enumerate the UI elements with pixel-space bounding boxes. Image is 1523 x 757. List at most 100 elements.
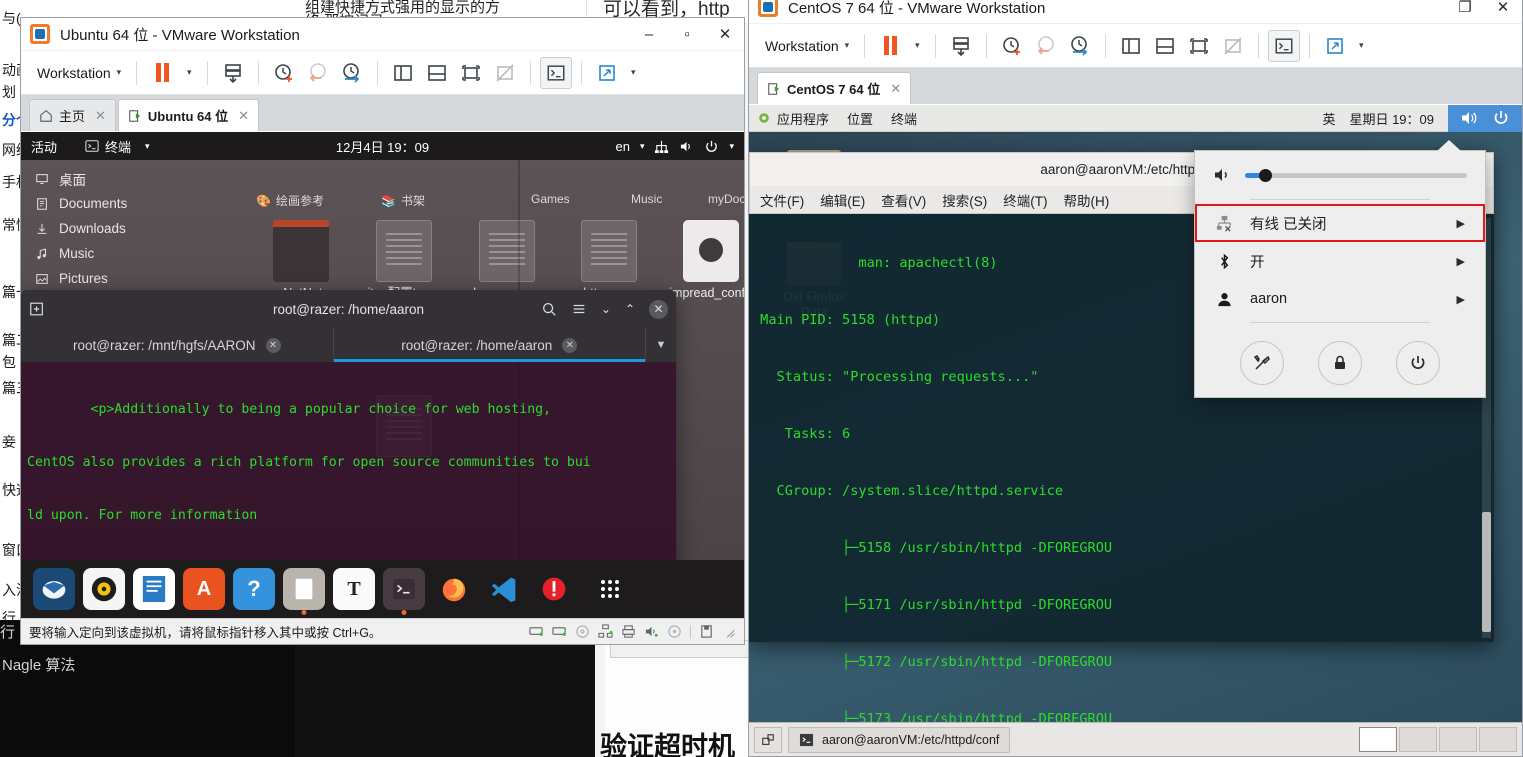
search-icon[interactable] <box>541 301 557 317</box>
sidebar-item-desktop[interactable]: 桌面 <box>29 166 209 191</box>
maximize-button[interactable]: ❐ <box>1446 0 1484 23</box>
tab-ubuntu-vm-close-icon[interactable]: ✕ <box>238 108 249 124</box>
volume-slider-row[interactable] <box>1195 163 1485 195</box>
desktop-small-item[interactable]: Games <box>531 192 570 206</box>
show-sidebar-button[interactable] <box>1115 30 1147 62</box>
sidebar-item-music[interactable]: Music <box>29 241 209 266</box>
ubuntu-dock[interactable]: A ? T <box>21 560 744 618</box>
workstation-menu-caret[interactable]: ▾ <box>845 40 850 51</box>
popup-item-user[interactable]: aaron ▶ <box>1195 280 1485 318</box>
console-view-button[interactable] <box>1268 29 1301 62</box>
desktop-small-item[interactable]: Music <box>631 192 662 206</box>
menu-terminal[interactable]: 终端(T) <box>1003 190 1047 210</box>
terminal-menu[interactable]: 终端 <box>891 109 917 128</box>
ubuntu-guest-screen[interactable]: 活动 终端 ▾ 12月4日 19：09 en ▾ ▾ 桌面 Documents … <box>21 132 744 618</box>
centos-toolbar[interactable]: Workstation ▾ ▾ ▾ <box>749 24 1522 68</box>
system-status-area[interactable] <box>1448 105 1522 132</box>
centos-tab-strip[interactable]: CentOS 7 64 位 ✕ <box>749 68 1522 104</box>
files-icon[interactable] <box>283 568 325 615</box>
desktop-small-item[interactable]: 📚 书架 <box>381 192 425 209</box>
chevron-right-icon[interactable]: ▶ <box>1457 255 1465 268</box>
popup-item-wired-network[interactable]: 有线 已关闭 ▶ <box>1195 204 1485 242</box>
lock-icon[interactable] <box>1318 341 1362 385</box>
workstation-menu-label[interactable]: Workstation <box>29 65 115 81</box>
ubuntu-tab-strip[interactable]: 主页 ✕ Ubuntu 64 位 ✕ <box>21 95 744 131</box>
taskbar-window-terminal[interactable]: aaron@aaronVM:/etc/httpd/conf <box>788 726 1011 753</box>
workspace-1[interactable] <box>1359 727 1397 752</box>
snapshot-button[interactable] <box>217 57 249 89</box>
close-button[interactable]: ✕ <box>1484 0 1522 23</box>
centos-taskbar[interactable]: aaron@aaronVM:/etc/httpd/conf <box>749 722 1522 756</box>
printer-icon[interactable] <box>621 624 636 639</box>
fullscreen-button[interactable] <box>455 57 487 89</box>
sidebar-item-pictures[interactable]: Pictures <box>29 266 209 291</box>
desktop-small-item[interactable]: myDocument <box>708 192 744 206</box>
workspace-3[interactable] <box>1439 727 1477 752</box>
desktop-small-item[interactable]: 🎨 绘画参考 <box>256 192 324 209</box>
workspace-4[interactable] <box>1479 727 1517 752</box>
network-icon[interactable] <box>598 624 613 639</box>
expand-button[interactable] <box>1319 30 1351 62</box>
desktop-item-http-pcap[interactable]: http.pcap <box>561 220 657 301</box>
chevron-right-icon[interactable]: ▶ <box>1457 217 1465 230</box>
sound-icon[interactable] <box>644 624 659 639</box>
expand-button[interactable] <box>591 57 623 89</box>
error-icon[interactable] <box>533 568 575 610</box>
hdd-icon[interactable] <box>529 624 544 639</box>
keyboard-layout-caret[interactable]: ▾ <box>640 141 645 152</box>
menu-file[interactable]: 文件(F) <box>760 190 804 210</box>
ubuntu-toolbar[interactable]: Workstation ▾ ▾ ▾ <box>21 51 744 95</box>
fullscreen-button[interactable] <box>1183 30 1215 62</box>
popup-item-bluetooth[interactable]: 开 ▶ <box>1195 242 1485 280</box>
cdrom-icon[interactable] <box>575 624 590 639</box>
volume-slider[interactable] <box>1245 168 1467 182</box>
desktop-item-simpread-config[interactable]: simpread_config.json <box>663 220 744 301</box>
expand-dropdown-caret[interactable]: ▾ <box>1353 30 1369 62</box>
network-icon[interactable] <box>654 139 669 154</box>
activities-button[interactable]: 活动 <box>31 137 57 156</box>
gnome-classic-topbar[interactable]: 应用程序 位置 终端 英 星期日 19：09 <box>749 105 1522 132</box>
gnome-clock[interactable]: 星期日 19：09 <box>1349 109 1434 128</box>
terminal-tab-close-icon[interactable]: ✕ <box>562 337 578 353</box>
snapshot-manager-button[interactable] <box>1064 30 1096 62</box>
rhythmbox-icon[interactable] <box>83 568 125 610</box>
ubuntu-desktop[interactable]: 桌面 Documents Downloads Music Pictures 🎨 … <box>21 160 744 618</box>
centos-desktop[interactable]: 主文件夹 Old Firefox Data aaron@aaronVM:/etc… <box>749 132 1522 756</box>
terminal-tab-strip[interactable]: root@razer: /mnt/hgfs/AARON ✕ root@razer… <box>21 328 676 362</box>
menu-view[interactable]: 查看(V) <box>881 190 926 210</box>
keyboard-layout-label[interactable]: en <box>615 139 629 154</box>
centos-vmware-window[interactable]: CentOS 7 64 位 - VMware Workstation ❐ ✕ W… <box>748 0 1523 757</box>
volume-icon[interactable] <box>679 139 694 154</box>
vscode-icon[interactable] <box>483 568 525 610</box>
gnome-topbar[interactable]: 活动 终端 ▾ 12月4日 19：09 en ▾ ▾ <box>21 132 744 160</box>
ubuntu-vmware-window[interactable]: Ubuntu 64 位 - VMware Workstation – ▫ ✕ W… <box>20 17 745 645</box>
centos-guest-screen[interactable]: 应用程序 位置 终端 英 星期日 19：09 aaron@aaronVM:/et… <box>749 105 1522 756</box>
pause-button[interactable] <box>146 57 178 89</box>
unity-mode-button[interactable] <box>489 57 521 89</box>
show-apps-icon[interactable] <box>589 568 631 610</box>
hdd2-icon[interactable] <box>552 624 567 639</box>
ubuntu-software-icon[interactable]: A <box>183 568 225 610</box>
usb-icon[interactable] <box>667 624 682 639</box>
power-icon[interactable] <box>704 139 719 154</box>
expand-dropdown-caret[interactable]: ▾ <box>625 57 641 89</box>
maximize-button[interactable]: ▫ <box>668 19 706 50</box>
tab-centos-vm[interactable]: CentOS 7 64 位 ✕ <box>757 72 912 104</box>
system-status-popup[interactable]: 有线 已关闭 ▶ 开 ▶ aaron ▶ <box>1194 140 1486 398</box>
sidebar-item-documents[interactable]: Documents <box>29 191 209 216</box>
firefox-icon[interactable] <box>433 568 475 610</box>
places-menu[interactable]: 位置 <box>847 109 873 128</box>
show-thumbnail-button[interactable] <box>1149 30 1181 62</box>
chevron-up-icon[interactable]: ⌃ <box>625 302 635 316</box>
terminal-tab-close-icon[interactable]: ✕ <box>265 337 281 353</box>
terminal-app-label[interactable]: 终端 <box>105 137 131 156</box>
power-icon[interactable] <box>1492 109 1510 127</box>
tab-home[interactable]: 主页 ✕ <box>29 99 116 131</box>
pause-dropdown-caret[interactable]: ▾ <box>180 57 198 89</box>
take-snapshot-button[interactable] <box>268 57 300 89</box>
menu-help[interactable]: 帮助(H) <box>1064 190 1110 210</box>
popup-action-buttons[interactable] <box>1195 327 1485 387</box>
centos-window-controls[interactable]: ❐ ✕ <box>1446 0 1522 23</box>
floppy-icon[interactable] <box>699 624 714 639</box>
ubuntu-titlebar[interactable]: Ubuntu 64 位 - VMware Workstation – ▫ ✕ <box>21 18 744 51</box>
